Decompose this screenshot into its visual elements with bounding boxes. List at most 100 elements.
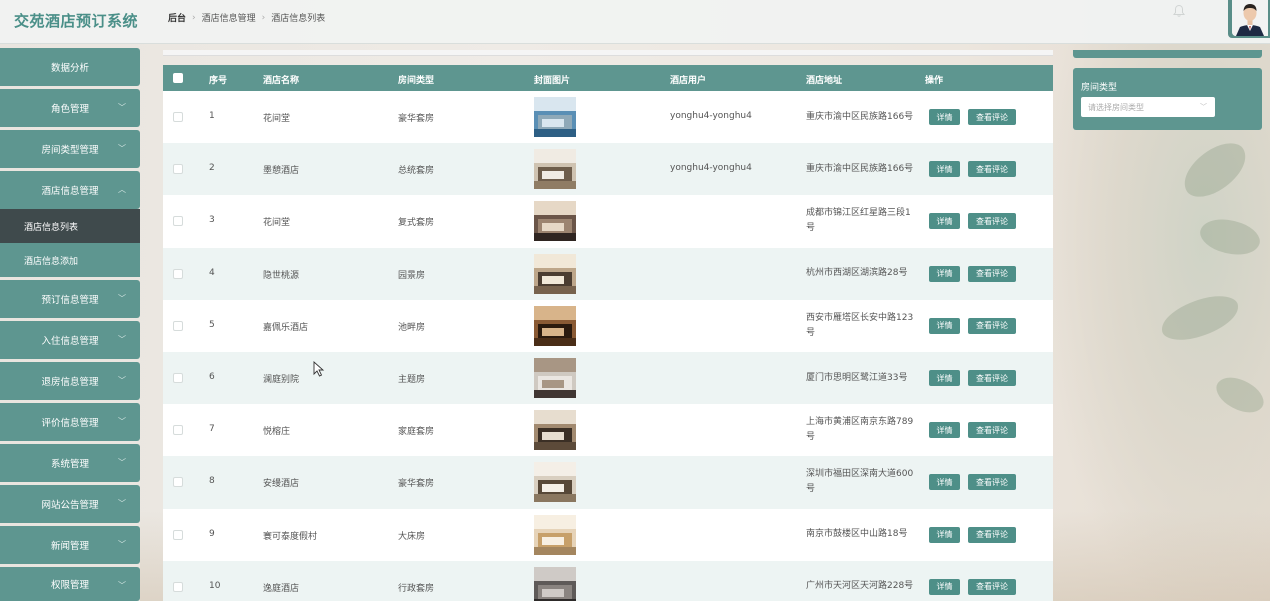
row-checkbox[interactable]: [173, 216, 183, 227]
row-checkbox[interactable]: [173, 112, 183, 123]
view-reviews-button[interactable]: 查看评论: [968, 422, 1016, 439]
cover-image[interactable]: [534, 305, 576, 346]
chevron-down-icon: ﹀: [118, 581, 126, 590]
view-reviews-button[interactable]: 查看评论: [968, 109, 1016, 126]
chevron-down-icon: ﹀: [118, 499, 126, 508]
table-row[interactable]: 5 嘉佩乐酒店 池畔房 西安市雁塔区长安中路123 号 详情 查看评论: [163, 299, 1053, 352]
view-reviews-button[interactable]: 查看评论: [968, 317, 1016, 334]
cover-image[interactable]: [534, 566, 576, 601]
sidebar-item-news[interactable]: 新闻管理 ﹀: [0, 526, 140, 564]
table-row[interactable]: 4 隐世桃源 园景房 杭州市西湖区湖滨路28号 详情 查看评论: [163, 247, 1053, 300]
cover-image[interactable]: [534, 462, 576, 503]
sidebar-item-room-types[interactable]: 房间类型管理 ﹀: [0, 130, 140, 168]
view-reviews-button[interactable]: 查看评论: [968, 265, 1016, 282]
submenu-item-hotel-list[interactable]: 酒店信息列表: [0, 209, 140, 243]
cover-image-photo: [534, 305, 576, 346]
sidebar-item-label: 角色管理: [50, 104, 89, 115]
cell-hotel-name: 墨憩酒店: [263, 166, 300, 177]
cell-room-type: 大床房: [398, 531, 426, 542]
room-type-select[interactable]: 请选择房间类型 ﹀: [1081, 97, 1215, 117]
detail-button[interactable]: 详情: [929, 161, 960, 178]
table-row[interactable]: 9 寰可泰度假村 大床房 南京市鼓楼区中山路18号 详情 查看评论: [163, 508, 1053, 561]
sidebar-item-analytics[interactable]: 数据分析: [0, 48, 140, 86]
row-checkbox[interactable]: [173, 477, 183, 488]
cell-index: 3: [209, 215, 215, 226]
detail-button[interactable]: 详情: [929, 370, 960, 387]
breadcrumb-section[interactable]: 酒店信息管理: [202, 11, 256, 24]
view-reviews-button[interactable]: 查看评论: [968, 161, 1016, 178]
cell-address: 上海市黄浦区南京东路789 号: [806, 415, 918, 445]
cell-address: 厦门市思明区鹭江道33号: [806, 371, 918, 386]
chevron-up-icon: ︿: [118, 185, 126, 194]
view-reviews-button[interactable]: 查看评论: [968, 213, 1016, 230]
row-checkbox[interactable]: [173, 268, 183, 279]
row-checkbox[interactable]: [173, 320, 183, 331]
table-row[interactable]: 6 澜庭别院 主题房 厦门市思明区鹭江道33号 详情 查看评论: [163, 352, 1053, 405]
sidebar-item-checkout[interactable]: 退房信息管理 ﹀: [0, 362, 140, 400]
table-row[interactable]: 7 悦榕庄 家庭套房 上海市黄浦区南京东路789 号 详情 查看评论: [163, 404, 1053, 457]
cell-room-type: 总统套房: [398, 166, 435, 177]
sidebar-item-checkin[interactable]: 入住信息管理 ﹀: [0, 321, 140, 359]
row-checkbox[interactable]: [173, 373, 183, 384]
chevron-down-icon: ﹀: [118, 103, 126, 112]
address-line: 广州市天河区天河路228号: [806, 581, 914, 592]
detail-button[interactable]: 详情: [929, 317, 960, 334]
detail-button[interactable]: 详情: [929, 526, 960, 543]
chevron-down-icon: ﹀: [118, 540, 126, 549]
sidebar-item-roles[interactable]: 角色管理 ﹀: [0, 89, 140, 127]
address-line: 上海市黄浦区南京东路789: [806, 417, 914, 428]
row-checkbox[interactable]: [173, 425, 183, 436]
cover-image[interactable]: [534, 201, 576, 242]
table-row[interactable]: 3 花间堂 复式套房 成都市锦江区红星路三段1 号 详情 查看评论: [163, 195, 1053, 248]
cover-image[interactable]: [534, 149, 576, 190]
background-leaf: [1174, 135, 1256, 205]
detail-button[interactable]: 详情: [929, 213, 960, 230]
cell-index: 5: [209, 319, 215, 330]
submenu-item-hotel-add[interactable]: 酒店信息添加: [0, 243, 140, 277]
row-checkbox[interactable]: [173, 529, 183, 540]
row-checkbox[interactable]: [173, 581, 183, 592]
table-row[interactable]: 1 花间堂 豪华套房 yonghu4-yonghu4 重庆市渝中区民族路166号 详情 查看…: [163, 91, 1053, 144]
avatar[interactable]: [1228, 0, 1270, 38]
sidebar-item-announcements[interactable]: 网站公告管理 ﹀: [0, 485, 140, 523]
table-row[interactable]: 8 安缦酒店 豪华套房 深圳市福田区深南大道600 号 详情 查看评论: [163, 456, 1053, 509]
cover-image[interactable]: [534, 514, 576, 555]
cell-hotel-name: 嘉佩乐酒店: [263, 322, 309, 333]
sidebar-item-hotel-info[interactable]: 酒店信息管理 ︿: [0, 171, 140, 209]
detail-button[interactable]: 详情: [929, 109, 960, 126]
cover-image-photo: [534, 358, 576, 399]
sidebar-item-reviews[interactable]: 评价信息管理 ﹀: [0, 403, 140, 441]
cell-hotel-user: yonghu4-yonghu4: [670, 163, 752, 174]
chevron-down-icon: ﹀: [118, 376, 126, 385]
table-row[interactable]: 2 墨憩酒店 总统套房 yonghu4-yonghu4 重庆市渝中区民族路166号 详情查…: [163, 143, 1053, 196]
sidebar-item-label: 网站公告管理: [41, 500, 99, 511]
filter-label: 房间类型: [1081, 83, 1118, 93]
address-line: 成都市锦江区红星路三段1: [806, 208, 911, 219]
sidebar-item-booking[interactable]: 预订信息管理 ﹀: [0, 280, 140, 318]
avatar-photo: [1232, 0, 1268, 36]
view-reviews-button[interactable]: 查看评论: [968, 578, 1016, 595]
view-reviews-button[interactable]: 查看评论: [968, 474, 1016, 491]
sidebar-item-label: 预订信息管理: [41, 295, 99, 306]
cover-image[interactable]: [534, 410, 576, 451]
select-all-checkbox[interactable]: [173, 73, 183, 83]
cell-index: 4: [209, 267, 215, 278]
view-reviews-button[interactable]: 查看评论: [968, 370, 1016, 387]
row-checkbox[interactable]: [173, 164, 183, 175]
detail-button[interactable]: 详情: [929, 422, 960, 439]
cover-image[interactable]: [534, 97, 576, 138]
cover-image[interactable]: [534, 253, 576, 294]
background-leaf: [1195, 210, 1265, 264]
cursor-icon: [313, 361, 325, 377]
detail-button[interactable]: 详情: [929, 265, 960, 282]
bell-icon[interactable]: [1172, 4, 1186, 18]
detail-button[interactable]: 详情: [929, 578, 960, 595]
cover-image[interactable]: [534, 358, 576, 399]
breadcrumb-root[interactable]: 后台: [168, 11, 186, 24]
detail-button[interactable]: 详情: [929, 474, 960, 491]
view-reviews-button[interactable]: 查看评论: [968, 526, 1016, 543]
sidebar-item-permissions[interactable]: 权限管理 ﹀: [0, 567, 140, 601]
sidebar-item-system[interactable]: 系统管理 ﹀: [0, 444, 140, 482]
chevron-down-icon: ﹀: [118, 335, 126, 344]
table-row[interactable]: 10 逸庭酒店 行政套房 广州市天河区天河路228号 详情 查看评论: [163, 560, 1053, 601]
